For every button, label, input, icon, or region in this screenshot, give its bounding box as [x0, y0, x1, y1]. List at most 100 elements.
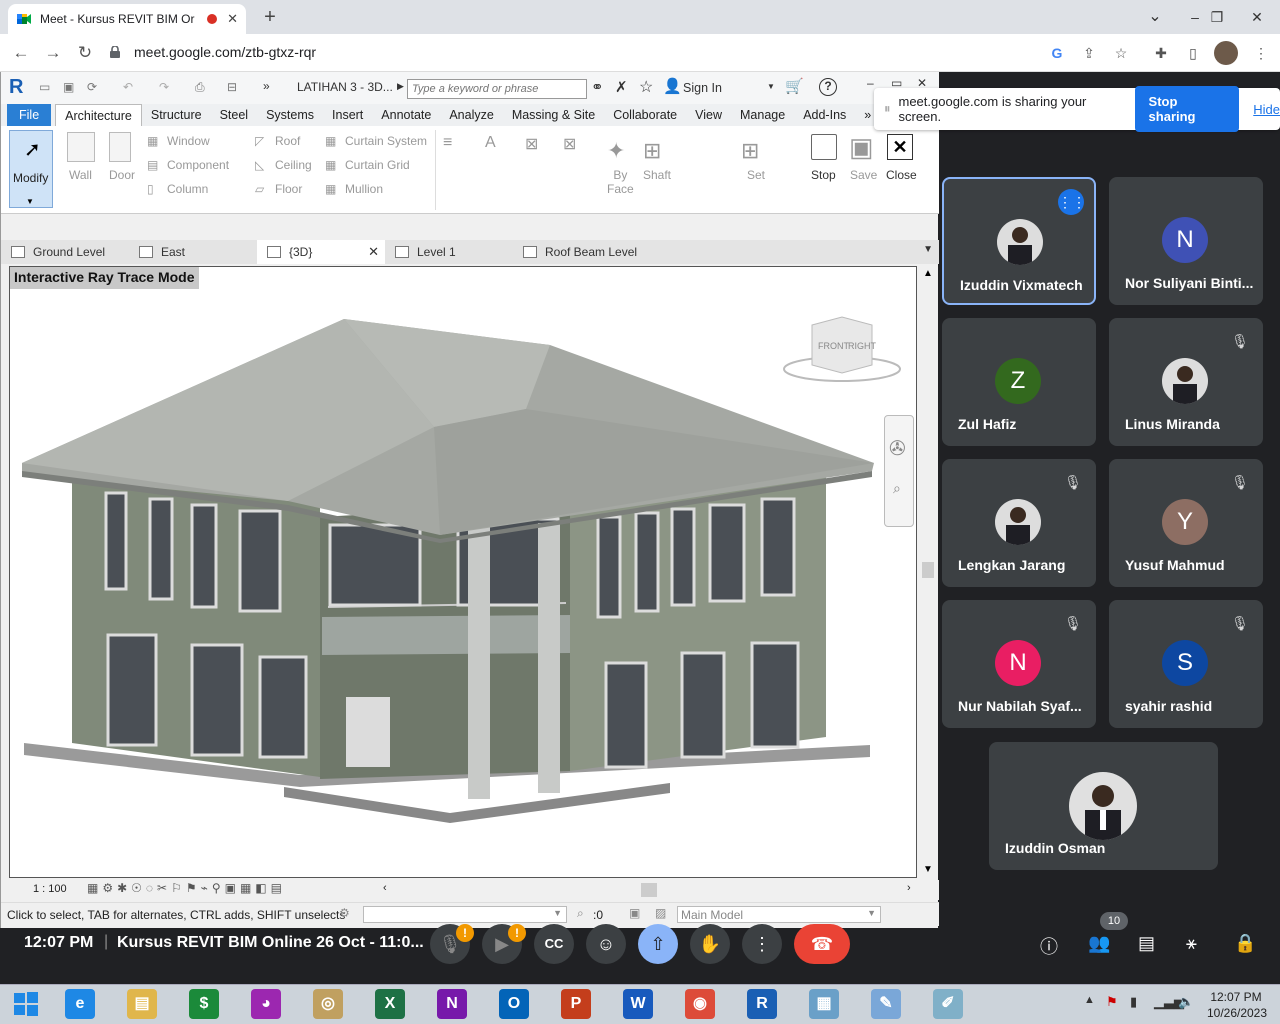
- wall-button[interactable]: Wall: [67, 132, 95, 182]
- taskbar-app[interactable]: ◎: [302, 986, 354, 1022]
- door-button[interactable]: Door: [109, 132, 135, 182]
- viewcube-front-label[interactable]: FRONT: [818, 341, 849, 351]
- component-button[interactable]: Component: [167, 158, 229, 172]
- taskbar-app[interactable]: ◉: [674, 986, 726, 1022]
- undo-icon[interactable]: ↶: [123, 80, 133, 94]
- hide-button[interactable]: Hide: [1253, 102, 1280, 117]
- taskbar-app[interactable]: ▤: [116, 986, 168, 1022]
- user-icon[interactable]: 👤: [663, 77, 682, 95]
- roof-button[interactable]: Roof: [275, 134, 300, 148]
- taskbar-app[interactable]: ◕: [240, 986, 292, 1022]
- hscroll-left-icon[interactable]: ‹: [383, 882, 387, 894]
- drag-handle-icon[interactable]: ⏸: [884, 101, 891, 117]
- self-tile[interactable]: Izuddin Osman: [989, 742, 1218, 870]
- meeting-details-icon[interactable]: ⓘ: [1040, 933, 1058, 959]
- ribbon-tab-architecture[interactable]: Architecture: [55, 104, 142, 126]
- ribbon-tab-collaborate[interactable]: Collaborate: [604, 104, 686, 126]
- tray-overflow-icon[interactable]: ▲: [1084, 994, 1095, 1006]
- side-panel-icon[interactable]: ▯: [1184, 44, 1202, 62]
- google-lens-icon[interactable]: G: [1048, 44, 1066, 62]
- participant-tile[interactable]: Izuddin Vixmatech ⋮⋮: [942, 177, 1096, 305]
- ribbon-tab-systems[interactable]: Systems: [257, 104, 323, 126]
- save-button[interactable]: Save: [850, 168, 877, 182]
- ribbon-tab-structure[interactable]: Structure: [142, 104, 211, 126]
- stop-sharing-button[interactable]: Stop sharing: [1134, 86, 1240, 132]
- editable-only-icon[interactable]: ▣: [629, 906, 640, 920]
- help-search-input[interactable]: [407, 79, 587, 99]
- column-button[interactable]: Column: [167, 182, 208, 196]
- print-icon[interactable]: ⎙: [195, 80, 205, 95]
- curtain-system-button[interactable]: Curtain System: [345, 134, 427, 148]
- cart-icon[interactable]: 🛒: [785, 77, 804, 95]
- railing-icon[interactable]: ≡: [443, 134, 452, 152]
- captions-button[interactable]: CC: [534, 924, 574, 964]
- reload-icon[interactable]: ↻: [74, 42, 96, 64]
- by-face-button[interactable]: By Face: [607, 168, 634, 196]
- sign-in-link[interactable]: Sign In: [683, 81, 722, 95]
- scroll-thumb[interactable]: [922, 562, 934, 578]
- taskbar-time[interactable]: 12:07 PM: [1208, 990, 1264, 1004]
- view-controls-icons[interactable]: ▦⚙✱☉◌✂⚐⚑⌁⚲▣▦◧▤: [87, 881, 286, 895]
- measure-icon[interactable]: ⊟: [227, 80, 237, 94]
- host-controls-lock-icon[interactable]: 🔒: [1234, 933, 1256, 954]
- present-button[interactable]: ⇧: [638, 924, 678, 964]
- url-field[interactable]: meet.google.com/ztb-gtxz-rqr: [110, 40, 1140, 64]
- view-tab-close-icon[interactable]: ✕: [368, 240, 379, 264]
- raise-hand-button[interactable]: ✋: [690, 924, 730, 964]
- taskbar-app[interactable]: P: [550, 986, 602, 1022]
- window-button[interactable]: Window: [167, 134, 210, 148]
- view-tabs-dropdown-icon[interactable]: ▼: [923, 244, 933, 255]
- view-tab-3d[interactable]: {3D} ✕: [257, 240, 385, 264]
- start-button[interactable]: [0, 986, 52, 1022]
- share-page-icon[interactable]: ⇪: [1080, 44, 1098, 62]
- vertical-scrollbar[interactable]: ▲ ▼: [919, 266, 937, 878]
- chat-icon[interactable]: ▤: [1138, 933, 1155, 954]
- close-button[interactable]: Close: [886, 168, 917, 182]
- taskbar-app[interactable]: R: [736, 986, 788, 1022]
- extensions-puzzle-icon[interactable]: ✚: [1152, 44, 1170, 62]
- close-window-button[interactable]: ✕: [1234, 0, 1280, 34]
- taskbar-app[interactable]: O: [488, 986, 540, 1022]
- modify-button[interactable]: ➚ Modify ▼: [9, 130, 53, 208]
- participant-tile[interactable]: N Nur Nabilah Syaf... 🎙: [942, 600, 1096, 728]
- hscroll-thumb[interactable]: [641, 883, 657, 897]
- taskbar-app[interactable]: W: [612, 986, 664, 1022]
- shaft-button[interactable]: Shaft: [643, 168, 671, 182]
- more-options-button[interactable]: ⋮: [742, 924, 782, 964]
- participant-tile[interactable]: Y Yusuf Mahmud 🎙: [1109, 459, 1263, 587]
- ribbon-tab-analyze[interactable]: Analyze: [440, 104, 502, 126]
- favorites-star-icon[interactable]: ☆: [639, 77, 653, 97]
- profile-avatar[interactable]: [1214, 41, 1238, 65]
- view-tab-ground-level[interactable]: Ground Level: [1, 240, 129, 264]
- modify-dropdown-icon[interactable]: ▼: [26, 197, 34, 206]
- participant-tile[interactable]: Lengkan Jarang 🎙: [942, 459, 1096, 587]
- revit-logo-icon[interactable]: R: [9, 76, 23, 99]
- overflow-icon[interactable]: »: [263, 79, 270, 93]
- back-arrow-icon[interactable]: ←: [10, 42, 32, 64]
- filter-icon[interactable]: ⌕: [577, 906, 584, 921]
- ribbon-tab-annotate[interactable]: Annotate: [372, 104, 440, 126]
- view-tab-east[interactable]: East: [129, 240, 257, 264]
- workset-dropdown[interactable]: ▼: [363, 906, 567, 923]
- taskbar-date[interactable]: 10/26/2023: [1206, 1006, 1268, 1020]
- window-minimize-icon[interactable]: –: [867, 76, 874, 90]
- scroll-down-icon[interactable]: ▼: [923, 864, 933, 875]
- participant-tile[interactable]: Ssyahir rashid 🎙: [1109, 600, 1263, 728]
- ribbon-tab-view[interactable]: View: [686, 104, 731, 126]
- view-tab-level-1[interactable]: Level 1: [385, 240, 513, 264]
- leave-call-button[interactable]: ☎: [794, 924, 850, 964]
- open-icon[interactable]: ▭: [39, 80, 50, 94]
- participant-tile[interactable]: Z Zul Hafiz: [942, 318, 1096, 446]
- ribbon-tab-insert[interactable]: Insert: [323, 104, 372, 126]
- steering-wheel-icon[interactable]: ✇: [889, 436, 906, 461]
- tray-battery-icon[interactable]: ▮: [1130, 994, 1137, 1010]
- tray-flag-icon[interactable]: ⚑: [1106, 994, 1118, 1010]
- room-icon[interactable]: ⊠: [525, 134, 538, 154]
- save-icon[interactable]: ▣: [63, 80, 74, 94]
- taskbar-app[interactable]: ▦: [798, 986, 850, 1022]
- participant-tile[interactable]: N Nor Suliyani Binti...: [1109, 177, 1263, 305]
- hscroll-right-icon[interactable]: ›: [907, 882, 911, 894]
- people-icon[interactable]: 👥: [1088, 933, 1110, 954]
- help-icon[interactable]: ?: [819, 78, 837, 96]
- bookmark-star-icon[interactable]: ☆: [1112, 44, 1130, 62]
